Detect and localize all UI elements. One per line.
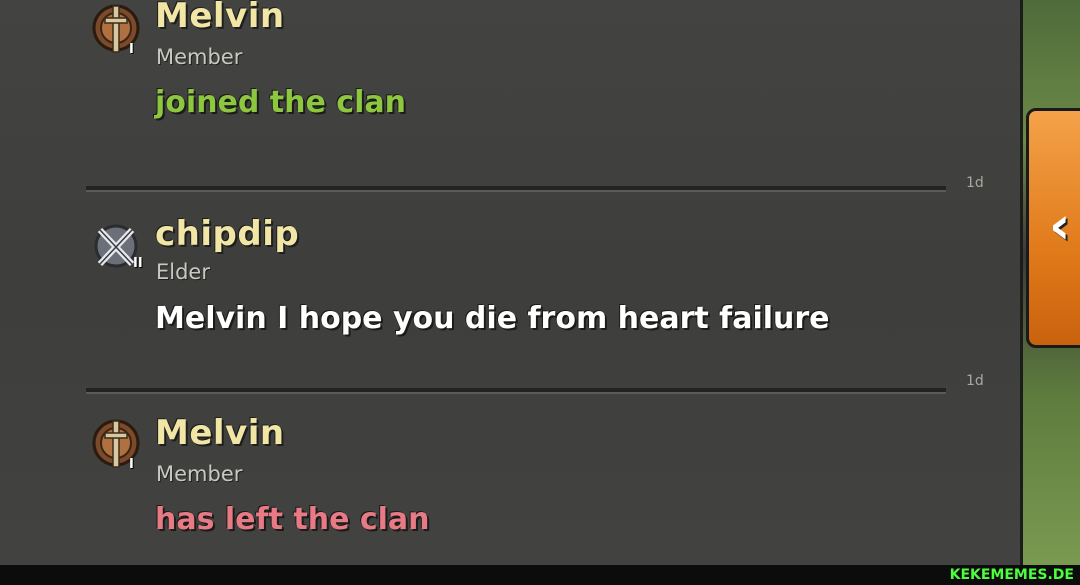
message-divider	[86, 186, 946, 192]
event-text: joined the clan	[155, 85, 406, 120]
footer-bar	[0, 565, 1080, 585]
watermark: KEKEMEMES.DE	[949, 567, 1074, 583]
chat-entry-1: I Melvin Member joined the clan	[0, 0, 1000, 185]
player-name[interactable]: Melvin	[155, 413, 285, 453]
chevron-left-icon: ‹	[1049, 196, 1071, 256]
chat-entry-2: II chipdip Elder Melvin I hope you die f…	[0, 200, 1000, 375]
player-role: Elder	[156, 260, 210, 284]
badge-level: I	[129, 42, 134, 57]
chat-entry-3: I Melvin Member has left the clan	[0, 405, 1000, 565]
league-shield-icon: I	[92, 2, 144, 62]
player-name[interactable]: Melvin	[155, 0, 285, 36]
player-name[interactable]: chipdip	[155, 214, 299, 254]
timestamp: 1d	[966, 373, 984, 389]
player-role: Member	[156, 45, 243, 69]
event-text: has left the clan	[155, 502, 430, 537]
crossed-swords-icon: II	[92, 220, 144, 280]
player-role: Member	[156, 462, 243, 486]
league-shield-icon: I	[92, 417, 144, 477]
message-divider	[86, 388, 946, 394]
chat-message-text: Melvin I hope you die from heart failure	[155, 301, 830, 336]
collapse-chat-button[interactable]: ‹	[1026, 108, 1080, 348]
badge-level: I	[129, 457, 134, 472]
timestamp: 1d	[966, 175, 984, 191]
badge-level: II	[133, 256, 143, 271]
clan-chat-panel: I Melvin Member joined the clan 1d II ch…	[0, 0, 1020, 565]
